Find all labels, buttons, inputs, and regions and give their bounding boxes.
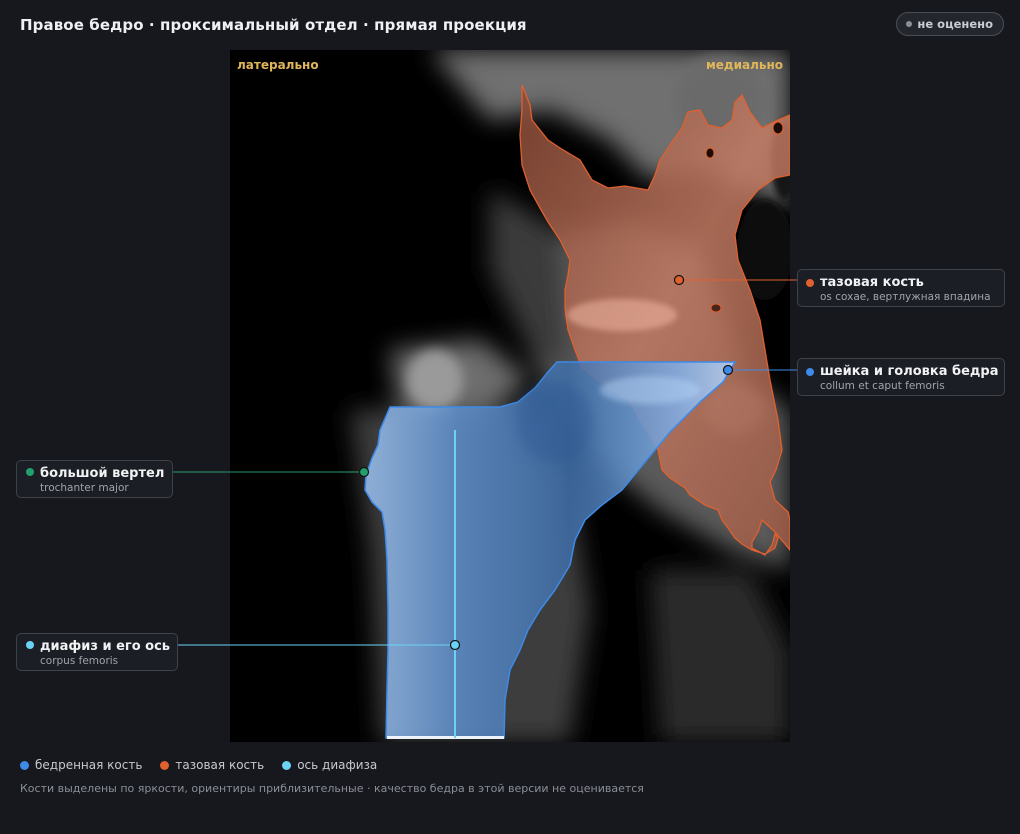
- assessment-status-badge: не оценено: [896, 12, 1004, 36]
- callout-neck-sub: collum et caput femoris: [820, 380, 945, 392]
- neck-marker-icon: [806, 368, 814, 376]
- legend-label: ось диафиза: [297, 758, 378, 772]
- orientation-lateral-label: латерально: [237, 58, 319, 72]
- femur-neck-shadow: [517, 382, 593, 462]
- legend-label: бедренная кость: [35, 758, 143, 772]
- callout-shaft-sub: corpus femoris: [40, 655, 119, 667]
- pelvis-swatch-icon: [160, 760, 170, 770]
- pelvis-marker-icon: [806, 279, 814, 287]
- callout-pelvis[interactable]: тазовая кость os coxae, вертлужная впади…: [797, 269, 1005, 307]
- shaft-marker-icon: [26, 641, 34, 649]
- xray-viewer[interactable]: латерально медиально: [230, 50, 790, 742]
- callout-shaft-name: диафиз и его ось: [40, 639, 171, 654]
- legend: бедренная кость тазовая кость ось диафиз…: [20, 758, 377, 772]
- femur-cut-edge: [387, 736, 504, 739]
- acetabulum-highlight: [567, 299, 677, 331]
- femur-head-highlight: [600, 376, 700, 404]
- orientation-medial-label: медиально: [705, 58, 783, 72]
- callout-trochanter-name: большой вертел: [40, 466, 165, 481]
- callout-neck[interactable]: шейка и головка бедра collum et caput fe…: [797, 358, 1005, 396]
- pelvis-hole: [772, 121, 784, 135]
- legend-item-axis: ось диафиза: [282, 758, 377, 772]
- status-dot-icon: [906, 21, 913, 27]
- xray-image: [350, 50, 790, 742]
- callout-pelvis-sub: os coxae, вертлужная впадина: [820, 291, 991, 303]
- legend-item-femur: бедренная кость: [20, 758, 142, 772]
- page-title: Правое бедро · проксимальный отдел · пря…: [20, 16, 527, 34]
- callout-shaft[interactable]: диафиз и его ось corpus femoris: [16, 633, 178, 671]
- legend-label: тазовая кость: [175, 758, 265, 772]
- callout-trochanter[interactable]: большой вертел trochanter major: [16, 460, 173, 498]
- legend-item-pelvis: тазовая кость: [160, 758, 264, 772]
- callout-trochanter-sub: trochanter major: [40, 482, 129, 494]
- status-label: не оценено: [917, 17, 993, 31]
- femur-swatch-icon: [20, 760, 29, 770]
- footnote: Кости выделены по яркости, ориентиры при…: [20, 782, 644, 795]
- pelvis-hole: [710, 303, 722, 313]
- callout-pelvis-name: тазовая кость: [820, 275, 924, 290]
- pelvis-hole: [705, 147, 715, 159]
- callout-neck-name: шейка и головка бедра: [820, 364, 999, 379]
- axis-swatch-icon: [282, 760, 292, 770]
- trochanter-marker-icon: [26, 468, 34, 476]
